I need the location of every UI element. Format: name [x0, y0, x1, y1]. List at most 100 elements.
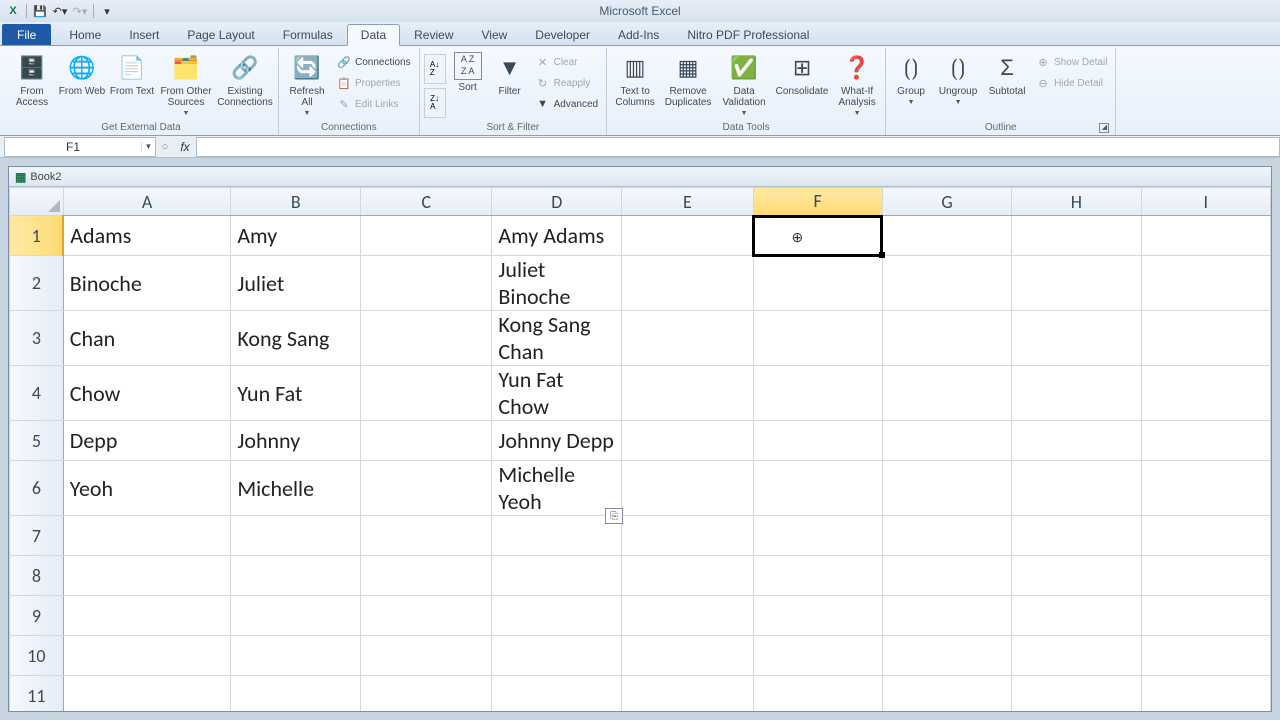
hide-detail-button[interactable]: ⊖Hide Detail [1032, 73, 1111, 93]
cell-G8[interactable] [882, 556, 1011, 596]
data-validation-button[interactable]: ✅Data Validation▼ [717, 50, 771, 118]
cell-I5[interactable] [1141, 421, 1270, 461]
cell-C11[interactable] [361, 676, 492, 712]
cell-C7[interactable] [361, 516, 492, 556]
cell-H2[interactable] [1012, 256, 1141, 311]
tab-formulas[interactable]: Formulas [269, 24, 347, 45]
cell-D11[interactable] [492, 676, 622, 712]
cell-F11[interactable] [753, 676, 882, 712]
cell-E11[interactable] [622, 676, 753, 712]
cell-D5[interactable]: Johnny Depp [492, 421, 622, 461]
cell-D10[interactable] [492, 636, 622, 676]
cell-F2[interactable] [753, 256, 882, 311]
column-header-G[interactable]: G [882, 188, 1011, 216]
tab-developer[interactable]: Developer [521, 24, 604, 45]
cell-I9[interactable] [1141, 596, 1270, 636]
tab-page-layout[interactable]: Page Layout [173, 24, 268, 45]
cell-E4[interactable] [622, 366, 753, 421]
existing-connections-button[interactable]: 🔗Existing Connections [216, 50, 274, 118]
cell-C4[interactable] [361, 366, 492, 421]
cell-G2[interactable] [882, 256, 1011, 311]
cell-A6[interactable]: Yeoh [63, 461, 231, 516]
cell-E5[interactable] [622, 421, 753, 461]
column-header-H[interactable]: H [1012, 188, 1141, 216]
subtotal-button[interactable]: ΣSubtotal [984, 50, 1030, 118]
cell-D9[interactable] [492, 596, 622, 636]
cell-G11[interactable] [882, 676, 1011, 712]
cell-F6[interactable] [753, 461, 882, 516]
from-web-button[interactable]: 🌐From Web [58, 50, 106, 118]
cell-E3[interactable] [622, 311, 753, 366]
save-button[interactable]: 💾 [31, 2, 49, 20]
cell-C9[interactable] [361, 596, 492, 636]
cell-E10[interactable] [622, 636, 753, 676]
properties-button[interactable]: 📋Properties [333, 73, 415, 93]
cell-I7[interactable] [1141, 516, 1270, 556]
cell-F7[interactable] [753, 516, 882, 556]
cell-I11[interactable] [1141, 676, 1270, 712]
row-header-8[interactable]: 8 [10, 556, 64, 596]
workbook-titlebar[interactable]: ▦ Book2 [9, 167, 1271, 187]
cell-B2[interactable]: Juliet [231, 256, 361, 311]
cell-B9[interactable] [231, 596, 361, 636]
cell-A8[interactable] [63, 556, 231, 596]
cell-D7[interactable]: ⎘ [492, 516, 622, 556]
cell-D3[interactable]: Kong Sang Chan [492, 311, 622, 366]
cell-A5[interactable]: Depp [63, 421, 231, 461]
autofill-options-icon[interactable]: ⎘ [605, 508, 623, 524]
column-header-D[interactable]: D [492, 188, 622, 216]
from-other-sources-button[interactable]: 🗂️From Other Sources▼ [158, 50, 214, 118]
row-header-11[interactable]: 11 [10, 676, 64, 712]
consolidate-button[interactable]: ⊞Consolidate [773, 50, 831, 118]
cell-B10[interactable] [231, 636, 361, 676]
ungroup-button[interactable]: ⟮⟯Ungroup▼ [934, 50, 982, 118]
cell-D4[interactable]: Yun Fat Chow [492, 366, 622, 421]
what-if-button[interactable]: ❓What-If Analysis▼ [833, 50, 881, 118]
cell-B5[interactable]: Johnny [231, 421, 361, 461]
cell-F8[interactable] [753, 556, 882, 596]
cell-G9[interactable] [882, 596, 1011, 636]
cell-A1[interactable]: Adams [63, 216, 231, 256]
cell-D8[interactable] [492, 556, 622, 596]
cell-G3[interactable] [882, 311, 1011, 366]
column-header-B[interactable]: B [231, 188, 361, 216]
cell-H6[interactable] [1012, 461, 1141, 516]
cell-B4[interactable]: Yun Fat [231, 366, 361, 421]
cell-F10[interactable] [753, 636, 882, 676]
column-header-A[interactable]: A [63, 188, 231, 216]
cell-C2[interactable] [361, 256, 492, 311]
tab-view[interactable]: View [468, 24, 522, 45]
cell-E6[interactable] [622, 461, 753, 516]
cell-H8[interactable] [1012, 556, 1141, 596]
cell-G6[interactable] [882, 461, 1011, 516]
cell-G1[interactable] [882, 216, 1011, 256]
cell-A9[interactable] [63, 596, 231, 636]
tab-insert[interactable]: Insert [115, 24, 173, 45]
cell-E8[interactable] [622, 556, 753, 596]
cell-I2[interactable] [1141, 256, 1270, 311]
cell-E9[interactable] [622, 596, 753, 636]
remove-duplicates-button[interactable]: ▦Remove Duplicates [661, 50, 715, 118]
column-header-F[interactable]: F [753, 188, 882, 216]
cell-H3[interactable] [1012, 311, 1141, 366]
cell-G10[interactable] [882, 636, 1011, 676]
edit-links-button[interactable]: ✎Edit Links [333, 94, 415, 114]
from-access-button[interactable]: 🗄️From Access [8, 50, 56, 118]
column-header-I[interactable]: I [1141, 188, 1270, 216]
qat-customize[interactable]: ▾ [98, 2, 116, 20]
row-header-1[interactable]: 1 [10, 216, 64, 256]
tab-review[interactable]: Review [400, 24, 467, 45]
group-button[interactable]: ⟮⟯Group▼ [890, 50, 932, 118]
cell-F3[interactable] [753, 311, 882, 366]
tab-nitro-pdf[interactable]: Nitro PDF Professional [673, 24, 823, 45]
formula-input[interactable] [196, 137, 1280, 157]
cell-C10[interactable] [361, 636, 492, 676]
row-header-5[interactable]: 5 [10, 421, 64, 461]
cell-B6[interactable]: Michelle [231, 461, 361, 516]
cell-A4[interactable]: Chow [63, 366, 231, 421]
name-box-dropdown[interactable]: ▼ [141, 142, 155, 151]
clear-filter-button[interactable]: ✕Clear [532, 52, 602, 72]
cell-H7[interactable] [1012, 516, 1141, 556]
cell-B11[interactable] [231, 676, 361, 712]
cell-E7[interactable] [622, 516, 753, 556]
